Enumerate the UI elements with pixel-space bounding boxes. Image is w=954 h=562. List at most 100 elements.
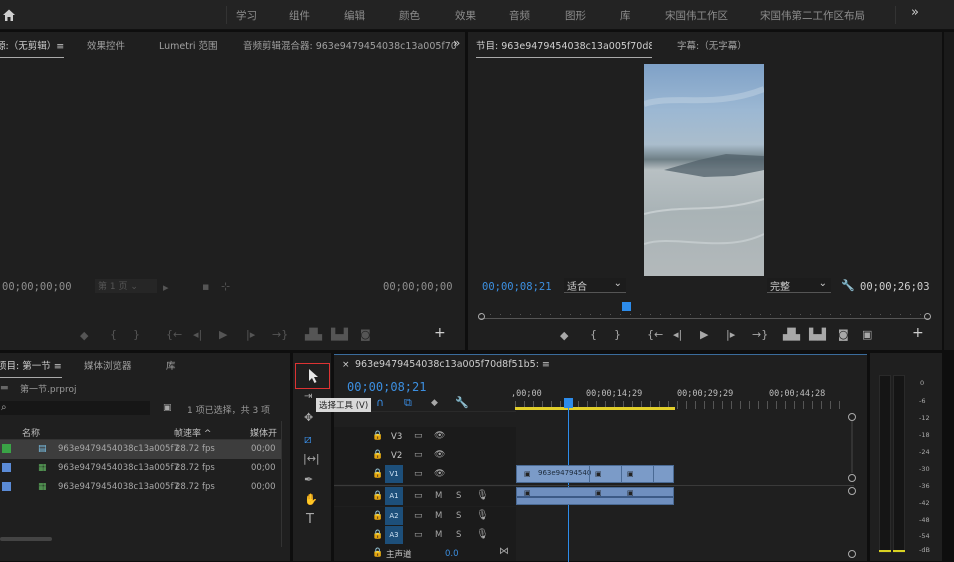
workspace-graphics[interactable]: 图形 xyxy=(565,8,586,23)
close-tab-icon[interactable]: × xyxy=(342,360,350,370)
microphone-icon[interactable]: 🎙 xyxy=(476,510,489,521)
microphone-icon[interactable]: 🎙 xyxy=(476,490,489,501)
zoom-handle-left[interactable] xyxy=(478,313,485,320)
list-item[interactable]: ▤ 963e9479454038c13a005f7 28.72 fps 00;0… xyxy=(0,440,282,459)
tab-program[interactable]: 节目: 963e9479454038c13a005f70d8f51b52 ≡ xyxy=(476,38,652,58)
workspace-assembly[interactable]: 组件 xyxy=(289,8,310,23)
tab-project[interactable]: 项目: 第一节 ≡ xyxy=(0,358,62,378)
tab-media-browser[interactable]: 媒体浏览器 xyxy=(84,358,132,378)
more-workspaces-button[interactable]: » xyxy=(911,5,919,20)
go-to-out-icon[interactable]: →} xyxy=(272,329,288,340)
export-frame-icon[interactable]: ▪ xyxy=(202,281,209,292)
fit-dropdown[interactable]: 适合 ⌄ xyxy=(564,278,626,293)
play-arrow-icon[interactable]: ▸ xyxy=(163,282,169,293)
lock-icon[interactable]: 🔒 xyxy=(372,431,383,442)
snap-icon[interactable]: ∩ xyxy=(376,397,384,408)
lock-icon[interactable]: 🔒 xyxy=(372,530,383,541)
solo-icon[interactable]: S xyxy=(456,530,461,541)
overwrite-icon[interactable]: ▙▟ xyxy=(331,329,348,340)
hand-icon[interactable]: ✋ xyxy=(304,494,318,505)
selection-tool-button[interactable] xyxy=(295,363,330,389)
ripple-edit-icon[interactable]: ✥ xyxy=(304,412,313,423)
eye-icon[interactable]: 👁 xyxy=(434,469,445,480)
step-back-icon[interactable]: ◂| xyxy=(193,329,202,340)
bin-filter-icon[interactable]: ▣ xyxy=(163,403,172,414)
go-to-in-icon[interactable]: {← xyxy=(166,329,182,340)
insert-icon[interactable]: ▟▙ xyxy=(305,329,322,340)
program-timecode[interactable]: 00;00;08;21 xyxy=(482,281,552,293)
column-media-start[interactable]: 媒体开 xyxy=(250,426,277,439)
mute-icon[interactable]: M xyxy=(435,491,442,502)
list-item[interactable]: ▦ 963e9479454038c13a005f7 28.72 fps 00;0… xyxy=(0,459,282,478)
slip-tool-icon[interactable]: |↔| xyxy=(303,453,320,464)
workspace-audio[interactable]: 音频 xyxy=(509,8,530,23)
zoom-handle-right[interactable] xyxy=(924,313,931,320)
type-tool-icon[interactable]: T xyxy=(306,513,314,526)
panel-more-button[interactable]: » xyxy=(453,36,460,56)
pen-icon[interactable]: ✒ xyxy=(304,474,313,485)
step-back-icon[interactable]: ◂| xyxy=(673,329,682,340)
tab-audio-clip-mixer[interactable]: 音频剪辑混合器: 963e9479454038c13a005f70 xyxy=(243,38,457,58)
timeline-vscroll-bottom[interactable] xyxy=(848,474,856,482)
go-to-out-icon[interactable]: →} xyxy=(752,329,768,340)
master-volume-value[interactable]: 0.0 xyxy=(445,549,459,559)
microphone-icon[interactable]: 🎙 xyxy=(476,529,489,540)
track-label-v2[interactable]: V2 xyxy=(391,451,402,461)
playhead[interactable] xyxy=(564,398,573,408)
mute-icon[interactable]: M xyxy=(435,530,442,541)
tab-libraries[interactable]: 库 xyxy=(166,358,176,378)
play-icon[interactable]: ▶ xyxy=(700,329,708,340)
video-clip[interactable]: ▣ 963e94794540 ▣ ▣ xyxy=(516,465,674,483)
workspace-libraries[interactable]: 库 xyxy=(620,8,631,23)
lock-icon[interactable]: 🔒 xyxy=(372,491,383,502)
workspace-learn[interactable]: 学习 xyxy=(236,8,257,23)
wrench-icon[interactable]: 🔧 xyxy=(841,280,855,291)
crosshair-icon[interactable]: ⊹ xyxy=(221,281,230,292)
track-label-v3[interactable]: V3 xyxy=(391,432,402,442)
source-timecode[interactable]: 00;00;00;00 xyxy=(2,281,72,293)
workspace-editing[interactable]: 编辑 xyxy=(344,8,365,23)
audio-clip[interactable]: ▣ ▣ ▣ xyxy=(516,487,674,505)
track-target-a1[interactable]: A1 xyxy=(385,487,403,505)
add-button-icon[interactable]: + xyxy=(434,326,446,340)
go-to-end-icon[interactable]: ⋈ xyxy=(499,546,509,557)
search-input[interactable]: ⌕ xyxy=(0,401,150,415)
track-target-a3[interactable]: A3 xyxy=(385,526,403,544)
step-forward-icon[interactable]: |▸ xyxy=(726,329,735,340)
track-target-a2[interactable]: A2 xyxy=(385,507,403,525)
workspace-color[interactable]: 颜色 xyxy=(399,8,420,23)
timeline-vscroll-track[interactable] xyxy=(851,421,853,473)
eye-icon[interactable]: 👁 xyxy=(434,431,445,442)
film-icon[interactable]: ▭ xyxy=(414,511,423,522)
marker-icon[interactable]: ◆ xyxy=(560,330,568,341)
playhead-marker[interactable] xyxy=(622,302,631,311)
quality-dropdown[interactable]: 完整 ⌄ xyxy=(767,278,831,293)
workspace-custom-1[interactable]: 宋国伟工作区 xyxy=(665,8,728,23)
film-icon[interactable]: ▭ xyxy=(414,469,423,480)
wrench-icon[interactable]: 🔧 xyxy=(455,397,469,408)
lock-icon[interactable]: 🔒 xyxy=(372,548,383,559)
play-icon[interactable]: ▶ xyxy=(219,329,227,340)
lift-icon[interactable]: ▟▙ xyxy=(783,329,800,340)
zoom-bar[interactable] xyxy=(478,313,931,320)
track-target-v1[interactable]: V1 xyxy=(385,465,403,483)
eye-icon[interactable]: 👁 xyxy=(434,450,445,461)
timeline-timecode[interactable]: 00;00;08;21 xyxy=(347,380,426,394)
marker-icon[interactable]: ◆ xyxy=(80,330,88,341)
work-area-bar[interactable] xyxy=(515,407,675,410)
lock-icon[interactable]: 🔒 xyxy=(372,511,383,522)
film-icon[interactable]: ▭ xyxy=(414,450,423,461)
camera-icon[interactable]: ◙ xyxy=(838,329,849,340)
linked-selection-icon[interactable]: ⧉ xyxy=(404,397,412,408)
page-select[interactable]: 第 1 页 ⌄ xyxy=(95,279,157,293)
project-scrollbar[interactable] xyxy=(0,537,52,541)
step-forward-icon[interactable]: |▸ xyxy=(246,329,255,340)
workspace-custom-2[interactable]: 宋国伟第二工作区布局 xyxy=(760,8,865,23)
solo-icon[interactable]: S xyxy=(456,491,461,502)
tab-sequence[interactable]: 963e9479454038c13a005f70d8f51b5: ≡ xyxy=(355,359,550,379)
list-item[interactable]: ▦ 963e9479454038c13a005f7 28.72 fps 00;0… xyxy=(0,478,282,497)
add-marker-icon[interactable]: ◆ xyxy=(431,398,438,409)
timeline-vscroll-top-audio[interactable] xyxy=(848,487,856,495)
lock-icon[interactable]: 🔒 xyxy=(372,450,383,461)
go-to-in-icon[interactable]: {← xyxy=(647,329,663,340)
